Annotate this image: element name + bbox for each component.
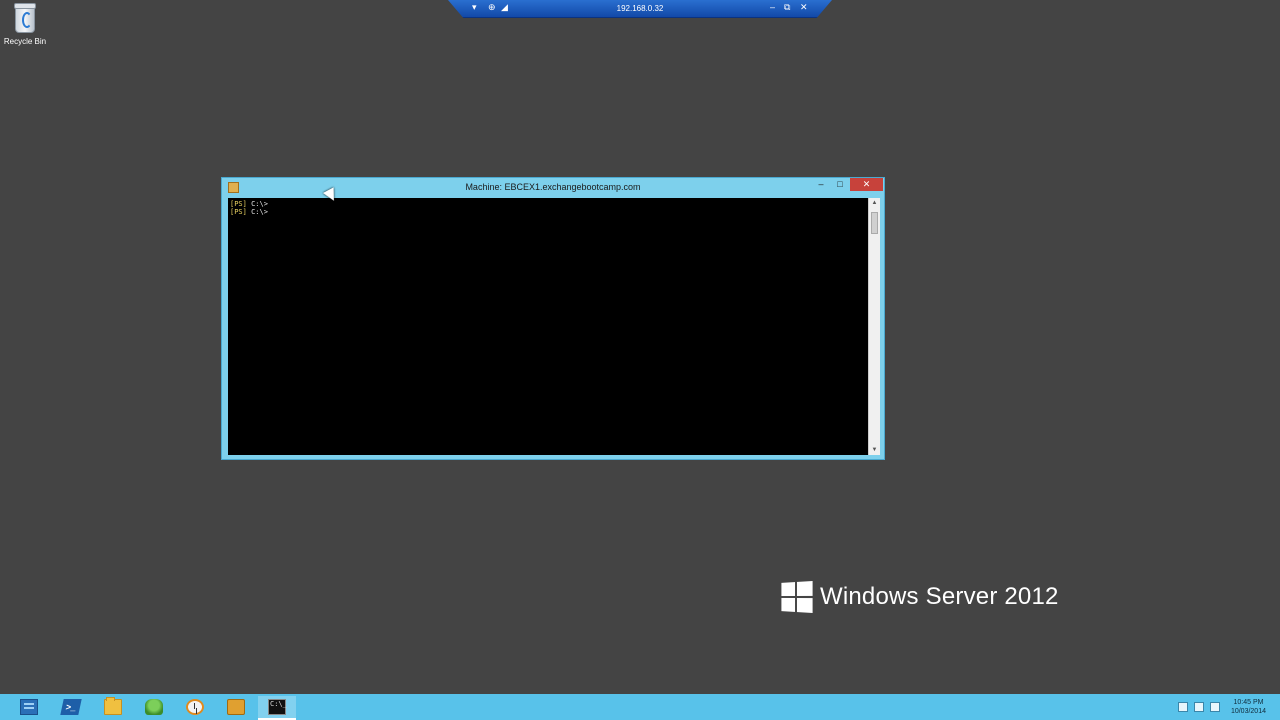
taskbar-app-green[interactable] (135, 696, 173, 718)
powershell-icon: >_ (60, 699, 82, 715)
scroll-thumb[interactable] (871, 212, 878, 234)
remote-connection-bar[interactable]: ▾ ⊕ ◢ 192.168.0.32 ‒ ⧉ ✕ (448, 0, 832, 18)
taskbar-file-explorer[interactable] (94, 696, 132, 718)
remote-minimize-icon[interactable]: ‒ (770, 2, 775, 13)
scroll-up-icon[interactable]: ▲ (869, 198, 880, 208)
windows-server-watermark: Windows Server 2012 (780, 580, 1059, 614)
taskbar-powershell[interactable]: >_ (52, 696, 90, 718)
clock-date: 10/03/2014 (1230, 708, 1266, 715)
taskbar-clock[interactable]: 10:45 PM 10/03/2014 (1231, 698, 1266, 716)
server-manager-icon (20, 699, 38, 715)
clock-time: 10:45 PM (1233, 699, 1264, 706)
maximize-button[interactable]: □ (831, 178, 849, 191)
volume-icon[interactable] (1210, 702, 1220, 712)
watermark-text: Windows Server 2012 (820, 583, 1059, 610)
tree-icon (145, 699, 163, 715)
flag-icon[interactable] (1178, 702, 1188, 712)
taskbar-app-clock[interactable] (176, 696, 214, 718)
system-tray (1178, 702, 1220, 712)
folder-icon (104, 697, 122, 715)
console-line: [PS] C:\> (230, 200, 868, 208)
prompt-path: C:\> (246, 200, 268, 208)
vertical-scrollbar[interactable]: ▲ ▼ (868, 198, 880, 455)
minimize-button[interactable]: – (812, 178, 830, 191)
remote-restore-icon[interactable]: ⧉ (784, 2, 790, 13)
console-output[interactable]: [PS] C:\> [PS] C:\> (228, 198, 868, 455)
console-window[interactable]: Machine: EBCEX1.exchangebootcamp.com – □… (221, 177, 885, 460)
ps-prompt: [PS] (230, 208, 247, 216)
network-icon[interactable] (1194, 702, 1204, 712)
desktop-icon-label: Recycle Bin (3, 37, 47, 46)
remote-close-icon[interactable]: ✕ (800, 2, 808, 13)
prompt-path: C:\> (246, 208, 268, 216)
tools-icon (227, 699, 245, 715)
taskbar-command-prompt[interactable]: C:\_ (258, 696, 296, 720)
recycle-bin-icon (14, 3, 36, 33)
windows-logo-icon (781, 580, 813, 614)
desktop-icon-recycle-bin[interactable]: Recycle Bin (2, 3, 48, 46)
ps-prompt: [PS] (230, 200, 247, 208)
window-title: Machine: EBCEX1.exchangebootcamp.com (465, 182, 641, 192)
taskbar-app-tools[interactable] (217, 696, 255, 718)
cmd-icon: C:\_ (268, 699, 287, 715)
close-button[interactable]: ✕ (850, 178, 883, 191)
clock-icon (186, 699, 204, 715)
taskbar-server-manager[interactable] (10, 696, 48, 718)
scroll-down-icon[interactable]: ▼ (869, 445, 880, 455)
console-line: [PS] C:\> (230, 208, 868, 216)
taskbar: >_ C:\_ 10:45 PM 10/03/2014 (0, 694, 1280, 720)
